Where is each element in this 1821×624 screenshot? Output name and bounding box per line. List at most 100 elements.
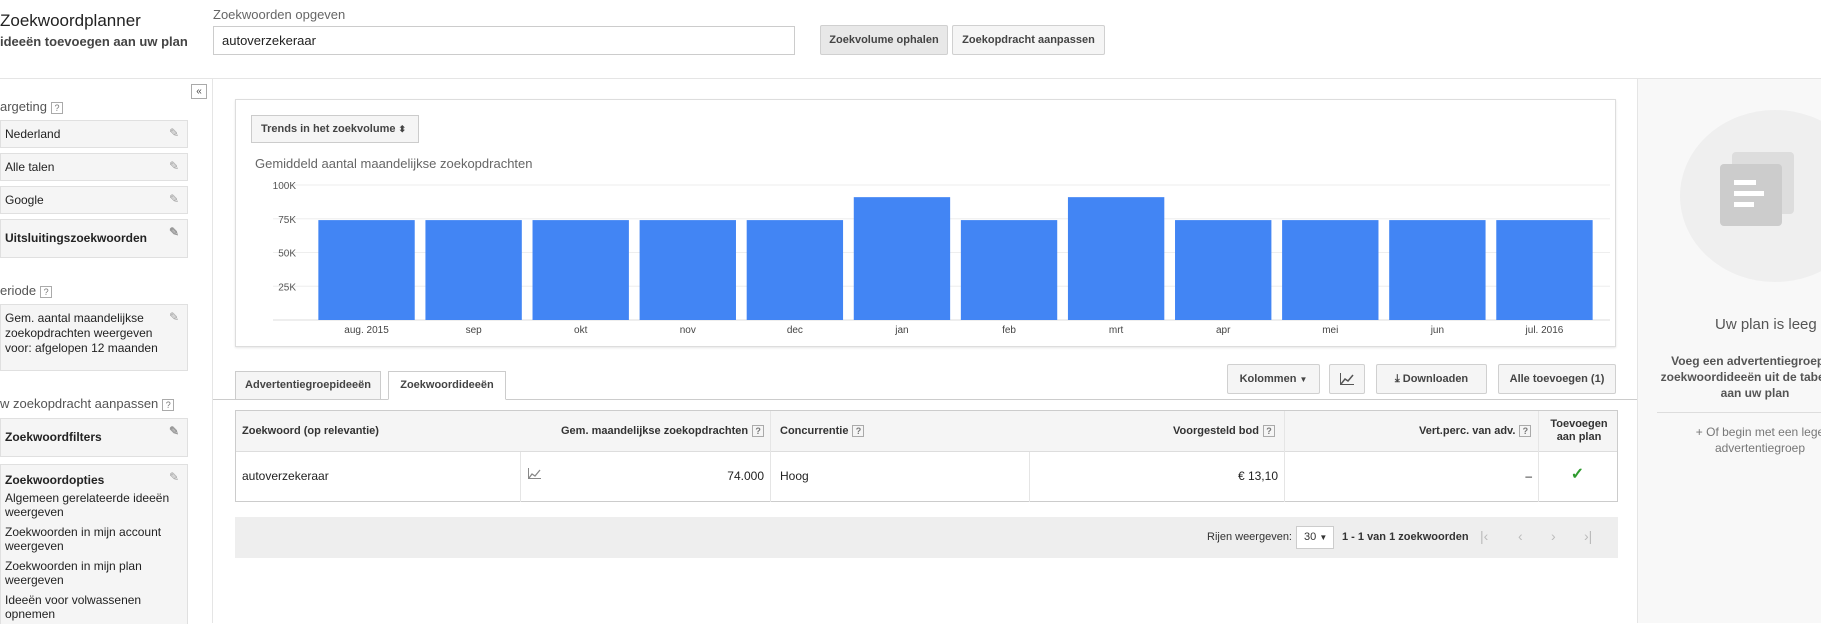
targeting-network[interactable]: Google ✎ [0,186,188,214]
x-tick-label: jul. 2016 [1525,325,1564,336]
chart-icon[interactable] [1329,364,1365,394]
col-keyword[interactable]: Zoekwoord (op relevantie) [242,425,379,437]
caret-down-icon: ▼ [1299,375,1308,384]
targeting-language[interactable]: Alle talen ✎ [0,153,188,181]
cell-ad-share: – [1525,469,1532,483]
keyword-table: Zoekwoord (op relevantie) Gem. maandelij… [235,410,1618,502]
caret-down-icon: ▼ [1319,533,1328,542]
download-icon: ⤓ [1394,373,1400,385]
negative-keywords[interactable]: Uitsluitingszoekwoorden ✎ [0,219,188,258]
bar-aug--2015[interactable] [318,220,415,320]
bar-mrt[interactable] [1067,197,1165,320]
y-tick-label: 50K [278,249,296,260]
keyword-option-item: Algemeen gerelateerde ideeën weergeven [5,491,170,519]
period-section-title: eriode? [0,283,53,298]
plan-empty-description: Voeg een advertentiegroep of zoekwoordid… [1660,354,1821,400]
pagination-bar: Rijen weergeven: 30 ▼ 1 - 1 van 1 zoekwo… [235,517,1618,558]
keyword-options[interactable]: Zoekwoordopties ✎ Algemeen gerelateerde … [0,464,188,624]
help-icon[interactable]: ? [40,285,53,298]
help-icon[interactable]: ? [50,101,63,114]
document-stack-icon [1720,152,1794,226]
rows-label: Rijen weergeven: [1207,531,1292,543]
range-text: 1 - 1 van 1 zoekwoorden [1342,531,1469,543]
bar-dec[interactable] [746,220,844,320]
get-search-volume-button[interactable]: Zoekvolume ophalen [820,25,948,55]
keyword-option-item: Ideeën voor volwassenen opnemen [5,593,142,621]
help-icon[interactable]: ? [852,425,865,438]
bar-sep[interactable] [425,220,522,320]
keyword-option-item: Zoekwoorden in mijn plan weergeven [5,559,142,587]
y-tick-label: 100K [273,181,297,192]
last-page-icon[interactable]: ›| [1584,528,1592,544]
adjust-search-button[interactable]: Zoekopdracht aanpassen [952,25,1105,55]
first-page-icon[interactable]: |‹ [1480,528,1488,544]
trend-dropdown[interactable]: Trends in het zoekvolume ⬍ [251,115,419,143]
x-tick-label: mei [1322,325,1338,336]
x-tick-label: aug. 2015 [344,325,389,336]
sort-arrows-icon: ⬍ [398,124,407,134]
x-tick-label: jan [894,325,908,336]
y-tick-label: 25K [278,282,296,293]
col-avg-searches[interactable]: Gem. maandelijkse zoekopdrachten? [561,425,765,438]
keyword-input-label: Zoekwoorden opgeven [213,7,346,22]
period-setting[interactable]: Gem. aantal maandelijkse zoekopdrachten … [0,304,188,371]
plan-empty-title: Uw plan is leeg [1715,316,1817,333]
previous-page-icon[interactable]: ‹ [1518,528,1523,544]
double-chevron-left-icon[interactable]: « [191,84,207,99]
columns-button[interactable]: Kolommen ▼ [1227,364,1320,394]
cell-avg-searches: 74.000 [727,469,764,483]
pencil-icon[interactable]: ✎ [169,425,181,437]
col-competition[interactable]: Concurrentie? [780,425,865,438]
bar-mei[interactable] [1282,220,1379,320]
plan-divider [1657,412,1821,413]
keyword-input[interactable] [213,26,795,55]
y-tick-label: 75K [278,215,296,226]
help-icon[interactable]: ? [162,398,175,411]
bar-feb[interactable] [960,220,1058,320]
pencil-icon[interactable]: ✎ [169,226,181,238]
x-tick-label: feb [1002,325,1016,336]
bar-apr[interactable] [1175,220,1272,320]
pencil-icon[interactable]: ✎ [169,127,181,139]
bar-nov[interactable] [639,220,736,320]
add-all-button[interactable]: Alle toevoegen (1) [1498,364,1616,394]
tab-keyword-ideas[interactable]: Zoekwoordideeën [388,371,506,400]
search-volume-chart: 25K 50K 75K 100K aug. 2015 sep okt nov dec jan feb… [273,181,1610,336]
col-add-to-plan: Toevoegen aan plan [1550,418,1608,443]
app-subtitle: ideeën toevoegen aan uw plan [0,34,188,49]
x-tick-label: mrt [1109,325,1124,336]
x-tick-label: sep [466,325,483,336]
cell-suggested-bid: € 13,10 [1237,469,1278,483]
pencil-icon[interactable]: ✎ [169,471,181,483]
bar-jul--2016[interactable] [1496,220,1593,320]
rows-per-page-select[interactable]: 30 ▼ [1296,526,1334,549]
pencil-icon[interactable]: ✎ [169,160,181,172]
x-tick-label: apr [1216,325,1231,336]
customize-section-title: w zoekopdracht aanpassen? [0,396,175,411]
keyword-option-item: Zoekwoorden in mijn account weergeven [5,525,162,553]
keyword-filters[interactable]: Zoekwoordfilters ✎ [0,418,188,457]
col-suggested-bid[interactable]: Voorgesteld bod? [1173,425,1275,438]
bar-jan[interactable] [853,197,951,320]
pencil-icon[interactable]: ✎ [169,311,181,323]
help-icon[interactable]: ? [752,425,765,438]
chart-title: Gemiddeld aantal maandelijkse zoekopdrac… [255,156,533,171]
pencil-icon[interactable]: ✎ [169,193,181,205]
download-button[interactable]: ⤓ Downloaden [1376,364,1487,394]
app-title: Zoekwoordplanner [0,11,141,30]
bar-jun[interactable] [1389,220,1486,320]
add-empty-adgroup-link[interactable]: + Of begin met een lege advertentiegroep [1665,424,1821,456]
targeting-location[interactable]: Nederland ✎ [0,120,188,148]
x-tick-label: jun [1430,325,1444,336]
x-tick-label: nov [680,325,696,336]
cell-competition: Hoog [780,469,809,483]
x-tick-label: okt [574,325,588,336]
help-icon[interactable]: ? [1262,425,1275,438]
table-header: Zoekwoord (op relevantie) Gem. maandelij… [236,411,1617,452]
added-check-icon[interactable]: ✓ [1538,464,1617,484]
cell-keyword: autoverzekeraar [242,469,329,483]
tab-adgroup-ideas[interactable]: Advertentiegroepideeën [235,371,381,400]
next-page-icon[interactable]: › [1551,528,1556,544]
x-tick-label: dec [787,325,803,336]
bar-okt[interactable] [532,220,629,320]
